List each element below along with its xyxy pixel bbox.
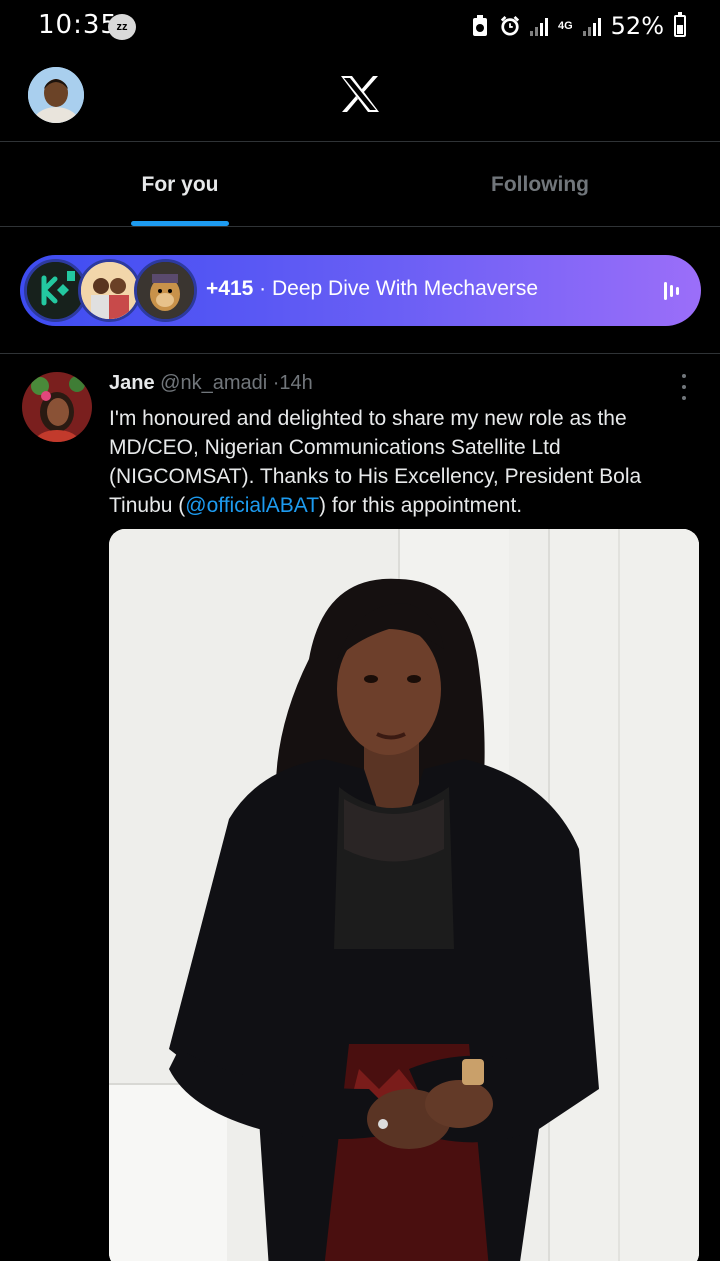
tweet[interactable]: Jane @nk_amadi ·14h I'm honoured and del… [0,354,720,1261]
tweet-header: Jane @nk_amadi ·14h [109,372,313,395]
top-header [0,52,720,142]
battery-icon [674,12,686,37]
active-tab-indicator [131,221,229,226]
network-type: 4G [557,19,573,32]
status-bar: 10:35 zz 4G 52% [0,0,720,52]
space-avatar-people [78,259,141,322]
tweet-body: I'm honoured and delighted to share my n… [109,404,699,520]
tweet-author-name[interactable]: Jane [109,372,155,394]
tweet-text-end: ) for this appointment. [319,494,523,517]
tweet-author-avatar[interactable] [22,372,92,442]
battery-percent: 52% [610,12,664,40]
status-time: 10:35 [38,10,118,40]
space-name: Deep Dive With Mechaverse [272,277,539,300]
battery-saver-icon [470,14,490,38]
space-title: +415 · Deep Dive With Mechaverse [206,277,538,301]
tab-following[interactable]: Following [360,143,720,226]
audio-wave-icon [664,281,679,301]
profile-avatar[interactable] [28,67,84,123]
alarm-icon [500,14,520,38]
space-avatar-ape [134,259,197,322]
battery-fill [677,24,683,34]
tweet-timestamp[interactable]: 14h [279,372,312,394]
space-listener-count: +415 [206,277,254,300]
status-icons: 4G 52% [470,12,686,40]
wifi-signal-icon [529,16,548,36]
tweet-mention-link[interactable]: @officialABAT [185,494,319,517]
space-host-avatars [24,259,198,322]
timeline-tabs: For you Following [0,143,720,227]
live-space-banner[interactable]: +415 · Deep Dive With Mechaverse [20,255,701,326]
x-logo-icon[interactable] [340,76,380,112]
tab-for-you[interactable]: For you [0,143,360,226]
space-separator: · [259,277,267,300]
more-options-icon[interactable] [678,374,690,400]
tab-following-label: Following [491,172,589,196]
tweet-image[interactable] [109,529,699,1261]
cell-signal-icon [582,16,601,36]
sleep-badge: zz [108,14,136,40]
tweet-author-handle[interactable]: @nk_amadi [160,372,267,394]
tab-for-you-label: For you [141,172,219,196]
